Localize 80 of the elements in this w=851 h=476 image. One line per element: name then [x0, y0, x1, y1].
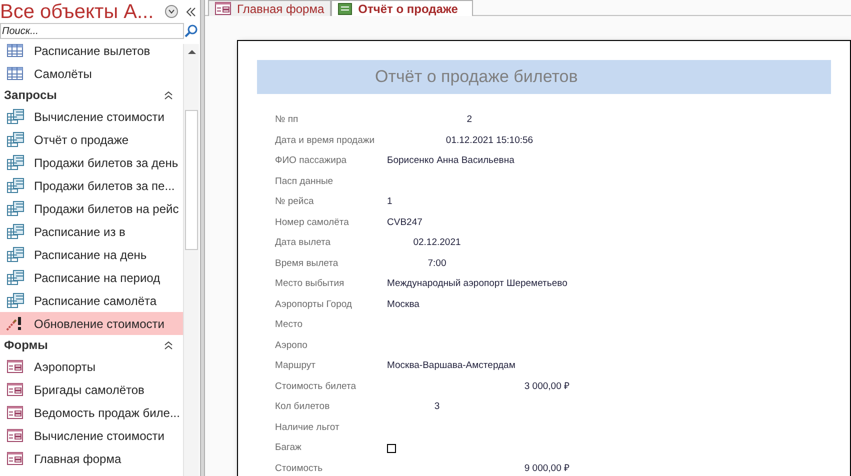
- collapse-icon[interactable]: [164, 90, 173, 100]
- nav-item[interactable]: Расписание самолёта: [0, 289, 183, 312]
- query-icon: [6, 201, 24, 216]
- report-icon: [338, 2, 352, 14]
- field-value: CVB247: [387, 216, 422, 228]
- collapse-pane-icon[interactable]: [186, 6, 196, 16]
- report-title: Отчёт о продаже билетов: [257, 60, 831, 94]
- field-value: 7:00: [428, 258, 446, 269]
- field-label: Багаж: [274, 441, 302, 456]
- field-value: 2: [466, 114, 472, 126]
- form-icon: [7, 360, 23, 373]
- query-icon: [6, 270, 24, 285]
- nav-item[interactable]: Продажи билетов за день: [0, 151, 183, 174]
- nav-item[interactable]: Продажи билетов за пе...: [0, 174, 183, 197]
- field-label: Время вылета: [274, 256, 340, 271]
- search-icon[interactable]: [184, 24, 198, 38]
- group-header[interactable]: Формы: [0, 335, 183, 355]
- field-label: Кол билетов: [274, 400, 331, 414]
- query-icon: [6, 109, 24, 124]
- nav-item[interactable]: Продажи билетов на рейс: [0, 197, 183, 220]
- nav-item[interactable]: Расписание из в: [0, 220, 183, 243]
- nav-item[interactable]: Вычисление стоимости: [0, 424, 183, 447]
- nav-item[interactable]: Самолёты: [0, 62, 183, 85]
- group-header[interactable]: Запросы: [0, 85, 183, 105]
- field-label: Маршрут: [274, 359, 316, 374]
- field-value: Москва-Варшава-Амстердам: [387, 360, 516, 372]
- field-label: Дата вылета: [274, 236, 332, 250]
- form-icon: [7, 452, 23, 465]
- nav-item[interactable]: Обновление стоимости: [0, 312, 183, 335]
- field-label: Место: [274, 318, 304, 332]
- query-icon: [6, 293, 24, 308]
- field-label: Место выбытия: [274, 277, 346, 292]
- scrollbar[interactable]: [183, 44, 199, 476]
- nav-item[interactable]: Расписание вылетов: [0, 39, 183, 62]
- pane-title: Все объекты A...: [0, 2, 154, 22]
- document-tab[interactable]: Главная форма: [208, 0, 332, 16]
- scroll-thumb[interactable]: [185, 110, 198, 250]
- form-icon: [7, 383, 23, 396]
- field-value: Борисенко Анна Васильевна: [387, 155, 514, 166]
- field-value: 3: [434, 401, 440, 412]
- query-icon: [6, 132, 24, 147]
- document-tab[interactable]: Отчёт о продаже: [331, 0, 473, 16]
- nav-item[interactable]: Вычисление стоимости: [0, 105, 183, 128]
- field-label: Наличие льгот: [274, 420, 340, 435]
- field-label: Аэропо: [274, 338, 308, 353]
- field-label: Дата и время продажи: [274, 134, 376, 148]
- field-value: 02.12.2021: [413, 237, 461, 248]
- field-value: 01.12.2021 15:10:56: [446, 134, 534, 146]
- table-icon: [7, 44, 23, 57]
- field-label: Номер самолёта: [274, 216, 350, 230]
- query-icon: [6, 155, 24, 170]
- table-icon: [7, 67, 23, 80]
- field-label: Стоимость билета: [274, 380, 357, 394]
- collapse-icon[interactable]: [164, 340, 173, 350]
- nav-item[interactable]: Аэропорты: [0, 355, 183, 378]
- field-label: Пасп данные: [274, 174, 334, 189]
- query-icon: [6, 178, 24, 193]
- nav-item[interactable]: Бригады самолётов: [0, 378, 183, 401]
- nav-item[interactable]: Главная форма: [0, 447, 183, 470]
- dropdown-icon[interactable]: [165, 5, 178, 18]
- query-icon: [6, 224, 24, 239]
- form-icon: [7, 429, 23, 442]
- query-icon: [6, 247, 24, 262]
- field-value: 3 000,00 ₽: [524, 380, 570, 392]
- field-value: Международный аэропорт Шереметьево: [387, 278, 568, 290]
- field-value: Москва: [387, 298, 420, 310]
- field-label: ФИО пассажира: [274, 154, 348, 168]
- field-label: № пп: [274, 113, 300, 128]
- form-icon: [7, 406, 23, 419]
- nav-item[interactable]: Отчёт о продаже: [0, 128, 183, 151]
- nav-item[interactable]: Расписание на период: [0, 266, 183, 289]
- field-value: 1: [387, 196, 392, 208]
- field-label: № рейса: [274, 195, 315, 210]
- pencil-exclamation-icon: [6, 316, 24, 331]
- field-label: Аэропорты Город: [274, 298, 353, 312]
- nav-item[interactable]: Ведомость продаж биле...: [0, 401, 183, 424]
- field-label: Стоимость: [274, 462, 324, 476]
- field-value: 9 000,00 ₽: [524, 462, 570, 474]
- search-field[interactable]: Поиск...: [0, 23, 184, 39]
- nav-item[interactable]: Расписание на день: [0, 243, 183, 266]
